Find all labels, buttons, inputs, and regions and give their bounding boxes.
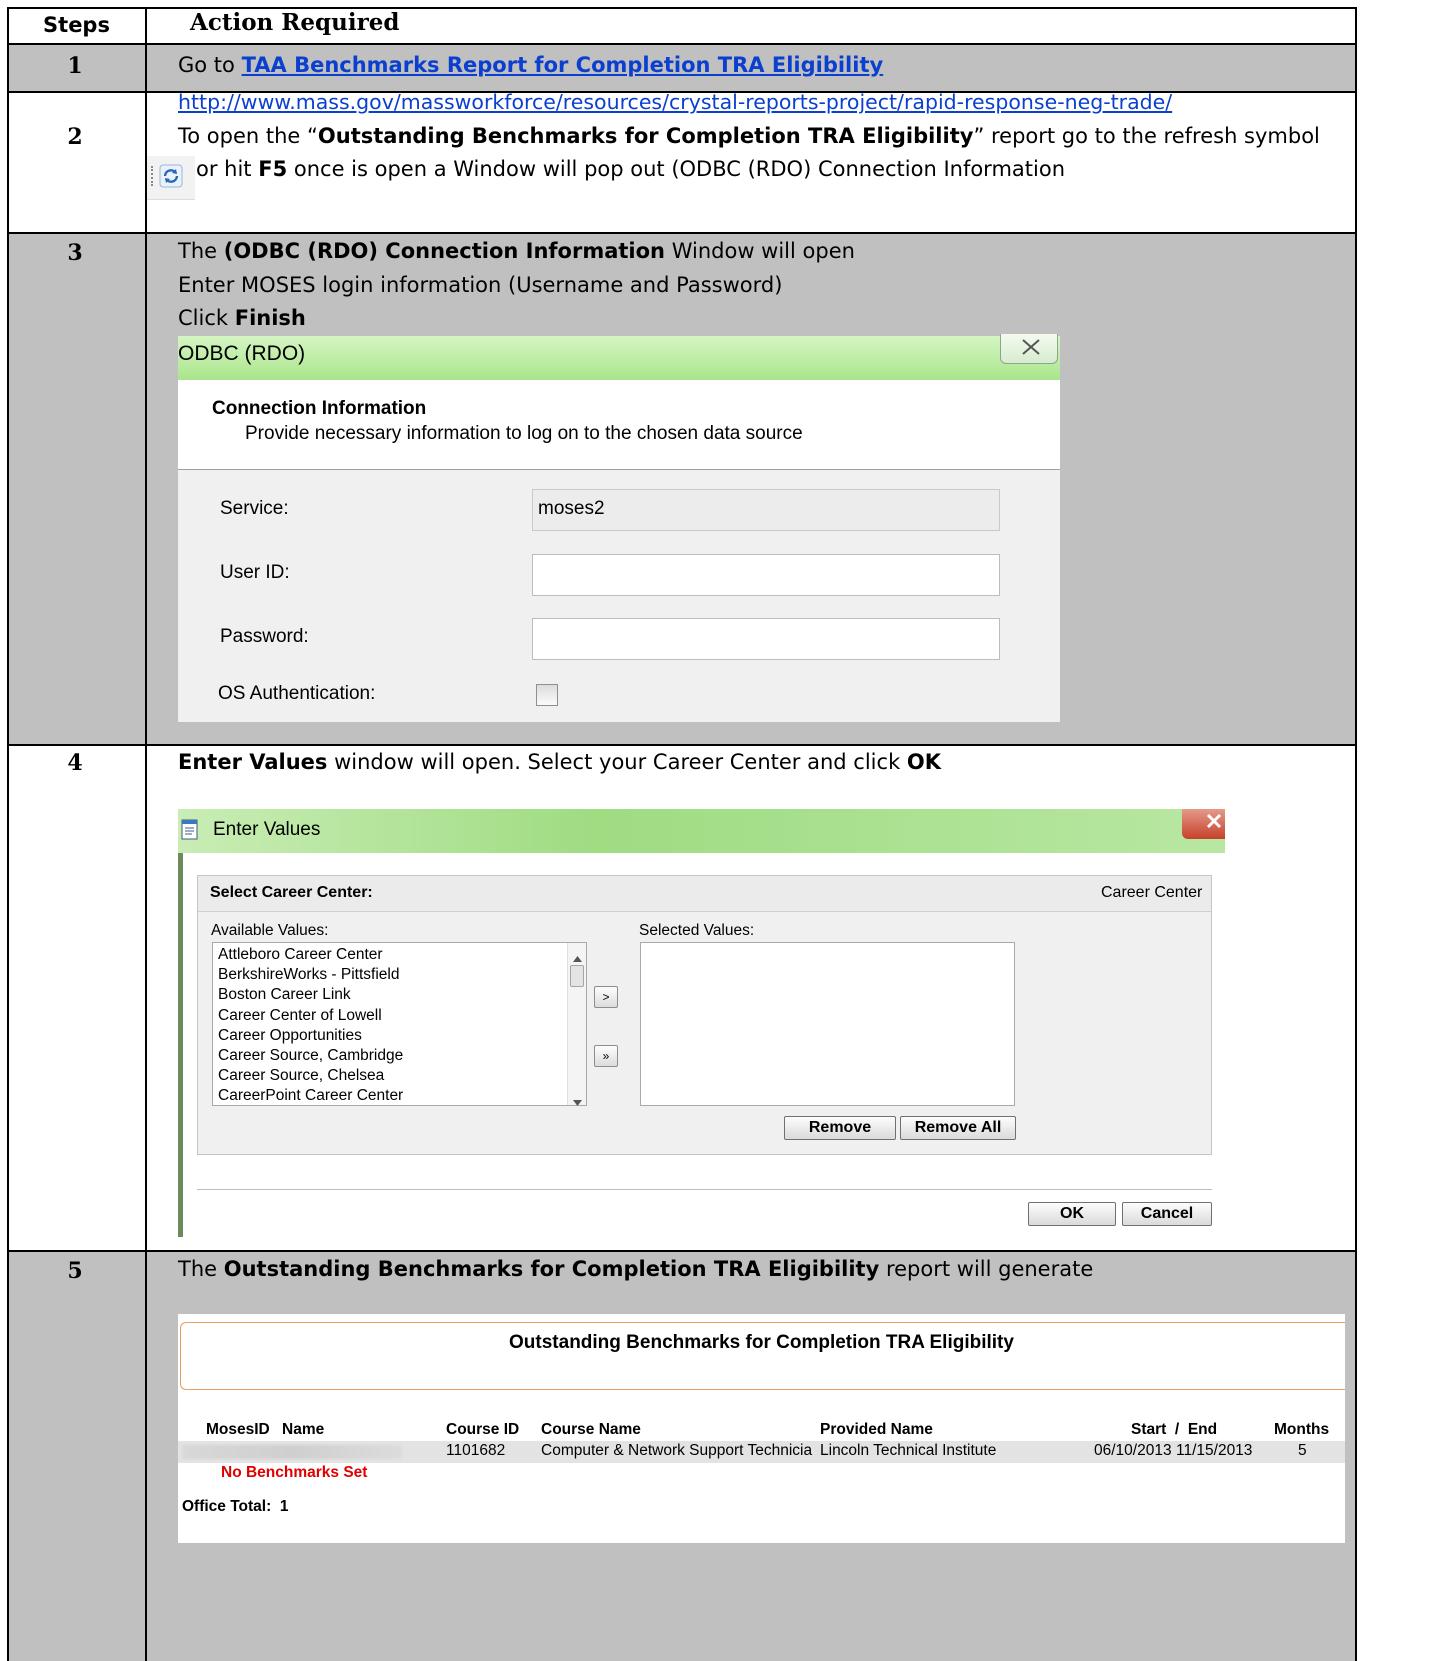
step-number: 3 (67, 240, 83, 266)
os-auth-label: OS Authentication: (218, 683, 376, 704)
available-values-items: Attleboro Career Center BerkshireWorks -… (218, 945, 403, 1107)
divider (197, 1189, 1212, 1190)
ev-left-border (178, 853, 183, 1237)
no-benchmarks-label: No Benchmarks Set (221, 1464, 368, 1481)
available-values-list[interactable]: Attleboro Career Center BerkshireWorks -… (212, 942, 587, 1106)
ev-titlebar (178, 809, 1225, 853)
close-icon (1021, 338, 1041, 361)
report-title: Outstanding Benchmarks for Completion TR… (509, 1332, 1014, 1353)
odbc-title: ODBC (RDO) (178, 342, 306, 365)
list-item[interactable]: BerkshireWorks - Pittsfield (218, 965, 403, 985)
odbc-header-panel: Connection Information Provide necessary… (178, 380, 1060, 470)
step3-line2: Enter MOSES login information (Username … (178, 273, 783, 297)
list-item[interactable]: Career Opportunities (218, 1026, 403, 1046)
redacted-name (182, 1445, 402, 1459)
list-item[interactable]: Attleboro Career Center (218, 945, 403, 965)
selected-values-list[interactable] (640, 942, 1015, 1106)
table-row: 1101682 Computer & Network Support Techn… (178, 1441, 1345, 1463)
refresh-toolbar (147, 156, 195, 200)
add-all-button[interactable]: » (594, 1045, 618, 1067)
selected-values-label: Selected Values: (639, 922, 755, 939)
col-name: Name (282, 1421, 325, 1438)
step3-line3: Click Finish (178, 306, 306, 330)
step-number: 1 (67, 53, 83, 79)
scrollbar[interactable] (567, 943, 586, 1106)
col-course-name: Course Name (541, 1421, 641, 1438)
url-link[interactable]: http://www.mass.gov/massworkforce/resour… (178, 90, 1172, 114)
select-career-center-label: Select Career Center: (210, 884, 373, 901)
col-mosesid: MosesID (206, 1421, 270, 1438)
step-number: 2 (67, 124, 83, 150)
password-label: Password: (220, 626, 309, 647)
list-item[interactable]: Career Source, Cambridge (218, 1046, 403, 1066)
remove-all-button[interactable]: Remove All (900, 1116, 1016, 1140)
service-label: Service: (220, 498, 289, 519)
step-number: 5 (67, 1258, 83, 1284)
step-number: 4 (67, 750, 83, 776)
os-auth-checkbox[interactable] (536, 684, 558, 706)
cell-course-name: Computer & Network Support Technicia (541, 1442, 813, 1459)
header-steps: Steps (43, 13, 110, 37)
odbc-titlebar (178, 336, 1060, 380)
enter-values-dialog: Enter Values Select Career Center: Caree… (178, 809, 1225, 1237)
step2-line2: or hit F5 once is open a Window will pop… (196, 157, 1065, 181)
step4-line1: Enter Values window will open. Select yo… (178, 750, 942, 774)
scroll-thumb[interactable] (570, 965, 584, 987)
password-input[interactable] (532, 618, 1000, 660)
ev-panel: Select Career Center: Career Center Avai… (197, 875, 1212, 1155)
list-item[interactable]: Boston Career Link (218, 985, 403, 1005)
ev-close-button[interactable] (1182, 809, 1225, 839)
list-item[interactable]: Career Center of Lowell (218, 1006, 403, 1026)
list-item[interactable]: CareerPoint Career Center (218, 1086, 403, 1106)
cell-provided-name: Lincoln Technical Institute (820, 1442, 997, 1459)
cell-start: 06/10/2013 (1094, 1442, 1172, 1459)
odbc-subheading: Provide necessary information to log on … (245, 423, 803, 444)
odbc-dialog: ODBC (RDO) Connection Information Provid… (178, 334, 1060, 722)
add-button[interactable]: > (594, 986, 618, 1008)
close-icon (1206, 813, 1222, 834)
cell-end: 11/15/2013 (1176, 1442, 1253, 1459)
ev-title: Enter Values (213, 819, 321, 840)
cancel-button[interactable]: Cancel (1122, 1202, 1212, 1226)
office-total: Office Total: 1 (182, 1498, 289, 1515)
list-item[interactable]: Career Source, Chelsea (218, 1066, 403, 1086)
cell-course-id: 1101682 (446, 1442, 506, 1459)
step2-line1: To open the “Outstanding Benchmarks for … (178, 124, 1320, 148)
report-link[interactable]: TAA Benchmarks Report for Completion TRA… (242, 53, 884, 77)
step1-line2: http://www.mass.gov/massworkforce/resour… (178, 89, 1172, 116)
cell-months: 5 (1298, 1442, 1307, 1459)
col-months: Months (1274, 1421, 1330, 1438)
career-center-label: Career Center (1101, 884, 1203, 901)
available-values-label: Available Values: (211, 922, 329, 939)
col-start-end: Start / End (1131, 1421, 1218, 1438)
col-provided-name: Provided Name (820, 1421, 933, 1438)
remove-button[interactable]: Remove (784, 1116, 896, 1140)
refresh-icon (159, 164, 183, 188)
service-field: moses2 (532, 489, 1000, 531)
report-preview: Outstanding Benchmarks for Completion TR… (178, 1314, 1345, 1543)
col-course-id: Course ID (446, 1421, 520, 1438)
userid-label: User ID: (220, 562, 290, 583)
odbc-heading: Connection Information (212, 398, 427, 419)
ok-button[interactable]: OK (1028, 1202, 1116, 1226)
step1-line1: Go to TAA Benchmarks Report for Completi… (178, 53, 884, 77)
chevron-down-icon[interactable] (573, 1093, 582, 1111)
header-action: Action Required (190, 9, 400, 36)
step3-line1: The (ODBC (RDO) Connection Information W… (178, 239, 855, 263)
document-icon (180, 819, 200, 846)
odbc-close-button[interactable] (1000, 334, 1058, 364)
step5-line1: The Outstanding Benchmarks for Completio… (178, 1257, 1094, 1281)
userid-input[interactable] (532, 554, 1000, 596)
